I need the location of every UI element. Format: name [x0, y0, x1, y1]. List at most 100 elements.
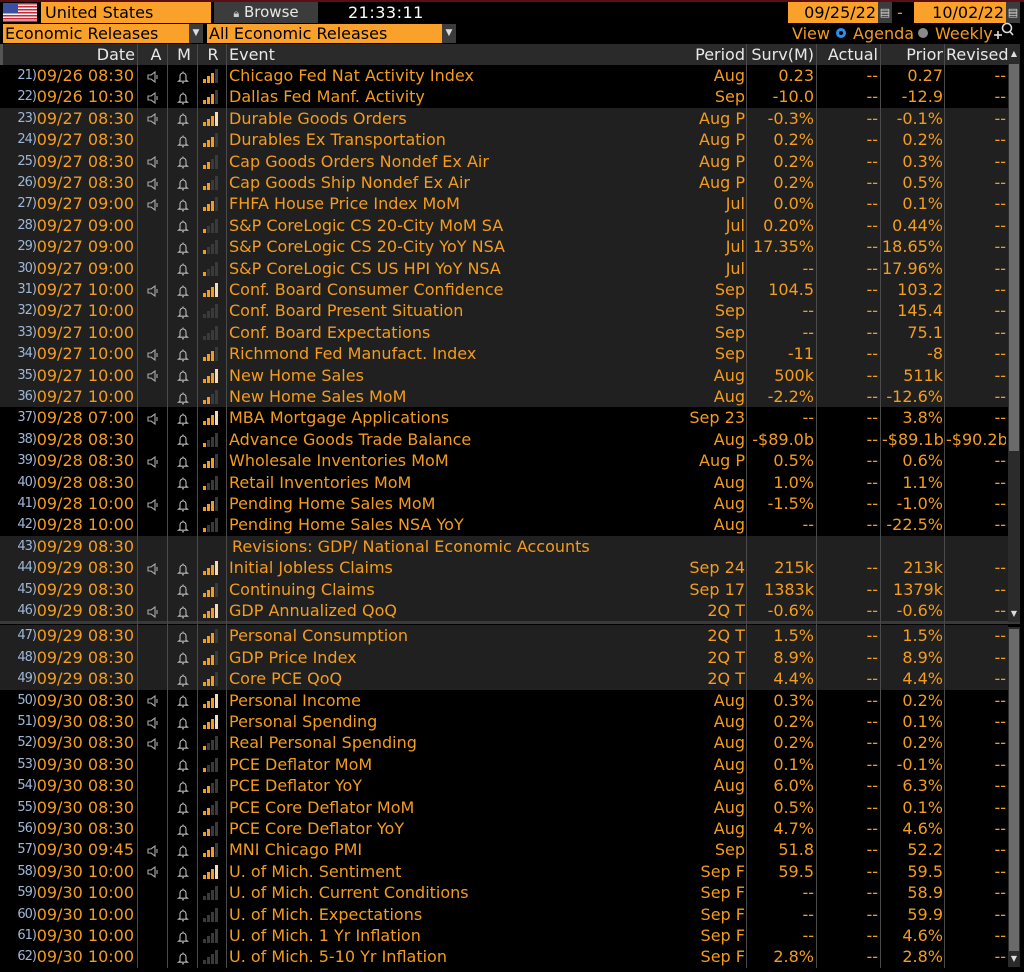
event-name[interactable]: FHFA House Price Index MoM: [229, 193, 684, 214]
alert-cell[interactable]: [138, 300, 168, 321]
monitor-cell[interactable]: [168, 882, 198, 903]
row-number[interactable]: 30): [8, 258, 36, 279]
row-number[interactable]: 45): [8, 579, 36, 600]
event-name[interactable]: Continuing Claims: [229, 579, 684, 600]
alert-cell[interactable]: [138, 322, 168, 343]
table-row[interactable]: 42) 09/28 10:00 Pending Home Sales NSA YoY…: [0, 514, 1008, 536]
event-name[interactable]: Conf. Board Consumer Confidence: [229, 279, 684, 300]
bell-icon[interactable]: [176, 109, 190, 128]
bell-icon[interactable]: [176, 323, 190, 342]
column-header-actual[interactable]: Actual: [818, 44, 878, 65]
monitor-cell[interactable]: [168, 625, 198, 646]
monitor-cell[interactable]: [168, 711, 198, 732]
table-row[interactable]: 27) 09/27 09:00 FHFA House Price Index MoM…: [0, 193, 1008, 215]
monitor-cell[interactable]: [168, 536, 198, 557]
alert-cell[interactable]: [138, 429, 168, 450]
column-header-relevance[interactable]: R: [200, 44, 226, 65]
table-row[interactable]: 22) 09/26 10:30 Dallas Fed Manf. Activity S…: [0, 86, 1008, 108]
speaker-alert-icon[interactable]: [146, 733, 160, 752]
alert-cell[interactable]: [138, 882, 168, 903]
alert-cell[interactable]: [138, 279, 168, 300]
monitor-cell[interactable]: [168, 129, 198, 150]
row-number[interactable]: 40): [8, 472, 36, 493]
row-number[interactable]: 36): [8, 386, 36, 407]
event-name[interactable]: GDP Price Index: [229, 647, 684, 668]
monitor-cell[interactable]: [168, 365, 198, 386]
table-row[interactable]: 48) 09/29 08:30 GDP Price Index 2Q T 8.9% -- 8…: [0, 646, 1008, 669]
bell-icon[interactable]: [176, 430, 190, 449]
event-name[interactable]: MNI Chicago PMI: [229, 839, 684, 860]
lower-scrollbar-thumb[interactable]: [1009, 629, 1019, 951]
row-number[interactable]: 44): [8, 557, 36, 578]
agenda-label[interactable]: Agenda: [853, 24, 914, 43]
table-row[interactable]: 52) 09/30 08:30 Real Personal Spending Aug 0…: [0, 732, 1008, 754]
row-number[interactable]: 46): [8, 600, 36, 621]
table-row[interactable]: 36) 09/27 10:00 New Home Sales MoM Aug -2.2%…: [0, 386, 1008, 408]
row-number[interactable]: 25): [8, 151, 36, 172]
bell-icon[interactable]: [176, 819, 190, 838]
weekly-label[interactable]: Weekly: [935, 24, 993, 43]
event-name[interactable]: U. of Mich. Expectations: [229, 904, 684, 925]
alert-cell[interactable]: [138, 536, 168, 557]
bell-icon[interactable]: [176, 798, 190, 817]
row-number[interactable]: 35): [8, 365, 36, 386]
event-name[interactable]: Conf. Board Expectations: [229, 322, 684, 343]
bell-icon[interactable]: [176, 173, 190, 192]
row-number[interactable]: 51): [8, 711, 36, 732]
table-row[interactable]: 41) 09/28 10:00 Pending Home Sales MoM Aug -…: [0, 493, 1008, 515]
row-number[interactable]: 37): [8, 407, 36, 428]
monitor-cell[interactable]: [168, 925, 198, 946]
bell-icon[interactable]: [176, 387, 190, 406]
row-number[interactable]: 60): [8, 904, 36, 925]
table-row[interactable]: 54) 09/30 08:30 PCE Deflator YoY Aug 6.0% -- 6…: [0, 775, 1008, 797]
column-header-prior[interactable]: Prior: [882, 44, 943, 65]
alert-cell[interactable]: [138, 754, 168, 775]
column-header-date-time[interactable]: Date Time: [53, 44, 135, 85]
bell-icon[interactable]: [176, 237, 190, 256]
event-name[interactable]: Real Personal Spending: [229, 732, 684, 753]
table-row[interactable]: 26) 09/27 08:30 Cap Goods Ship Nondef Ex A…: [0, 172, 1008, 194]
row-number[interactable]: 52): [8, 732, 36, 753]
table-row[interactable]: 28) 09/27 09:00 S&P CoreLogic CS 20-City M…: [0, 214, 1008, 237]
table-row[interactable]: 59) 09/30 10:00 U. of Mich. Current Condit…: [0, 882, 1008, 904]
table-row[interactable]: 47) 09/29 08:30 Personal Consumption 2Q T 1.…: [0, 625, 1008, 647]
speaker-alert-icon[interactable]: [146, 66, 160, 85]
bell-icon[interactable]: [176, 580, 190, 599]
bell-icon[interactable]: [176, 862, 190, 881]
speaker-alert-icon[interactable]: [146, 601, 160, 620]
alert-cell[interactable]: [138, 215, 168, 236]
row-number[interactable]: 54): [8, 775, 36, 796]
alert-cell[interactable]: [138, 946, 168, 967]
event-name[interactable]: Durables Ex Transportation: [229, 129, 684, 150]
bell-icon[interactable]: [176, 712, 190, 731]
table-row[interactable]: 33) 09/27 10:00 Conf. Board Expectations Se…: [0, 321, 1008, 344]
alert-cell[interactable]: [138, 557, 168, 578]
row-number[interactable]: 31): [8, 279, 36, 300]
monitor-cell[interactable]: [168, 904, 198, 925]
speaker-alert-icon[interactable]: [146, 558, 160, 577]
bell-icon[interactable]: [176, 66, 190, 85]
weekly-radio[interactable]: [918, 28, 928, 38]
event-name[interactable]: PCE Deflator MoM: [229, 754, 684, 775]
event-name[interactable]: Conf. Board Present Situation: [229, 300, 684, 321]
alert-cell[interactable]: [138, 172, 168, 193]
alert-cell[interactable]: [138, 668, 168, 689]
alert-cell[interactable]: [138, 193, 168, 214]
bell-icon[interactable]: [176, 87, 190, 106]
bell-icon[interactable]: [176, 691, 190, 710]
row-number[interactable]: 34): [8, 343, 36, 364]
speaker-alert-icon[interactable]: [146, 109, 160, 128]
upper-scrollbar[interactable]: ▲ ▼: [1008, 44, 1020, 622]
bell-icon[interactable]: [176, 669, 190, 688]
monitor-cell[interactable]: [168, 861, 198, 882]
alert-cell[interactable]: [138, 839, 168, 860]
alert-cell[interactable]: [138, 690, 168, 711]
monitor-cell[interactable]: [168, 775, 198, 796]
table-row[interactable]: 58) 09/30 10:00 U. of Mich. Sentiment Sep F…: [0, 860, 1008, 883]
start-date-field[interactable]: 09/25/22: [788, 2, 878, 23]
speaker-alert-icon[interactable]: [146, 691, 160, 710]
table-row[interactable]: 40) 09/28 08:30 Retail Inventories MoM Aug 1…: [0, 471, 1008, 493]
upper-scrollbar-thumb[interactable]: [1009, 64, 1019, 451]
monitor-cell[interactable]: [168, 172, 198, 193]
row-number[interactable]: 26): [8, 172, 36, 193]
